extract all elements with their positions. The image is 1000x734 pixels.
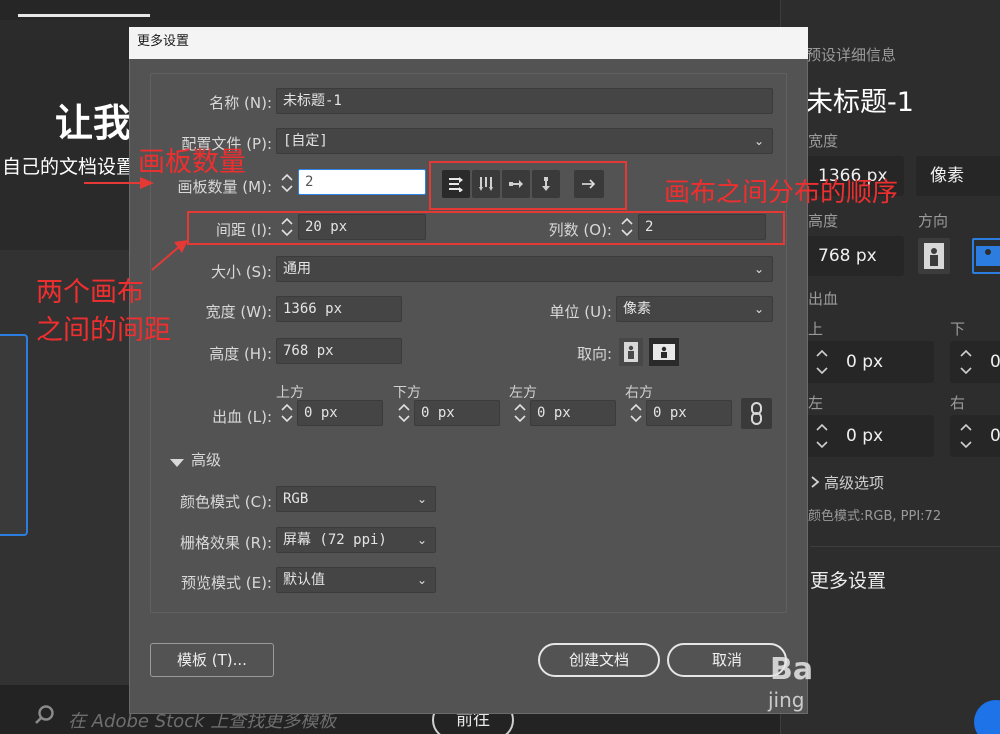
bleed-right-stepper[interactable] — [958, 419, 974, 457]
raster-effects-select[interactable]: 屏幕 (72 ppi) ⌄ — [276, 527, 436, 553]
artboards-stepper[interactable] — [276, 170, 298, 196]
bleed-label: 出血 — [808, 290, 839, 308]
orientation-label: 方向 — [918, 212, 949, 230]
width-label: 宽度 — [808, 132, 839, 150]
bleed-bottom-stepper[interactable] — [958, 345, 974, 383]
annotation-arrow — [150, 238, 190, 276]
bleed-left-label: 左方 — [509, 385, 537, 401]
bleed-top-label: 上 — [808, 320, 824, 338]
bleed-left-label: 左 — [808, 394, 824, 412]
color-mode-summary: 颜色模式:RGB, PPI:72 — [808, 509, 942, 524]
annotation-arrow — [84, 175, 154, 194]
orientation-label: 取向: — [576, 345, 612, 363]
profile-select-value: [自定] — [283, 133, 328, 149]
preview-mode-value: 默认值 — [283, 572, 325, 588]
bleed-left-stepper[interactable] — [509, 400, 531, 426]
annotation-spacing-line2: 之间的间距 — [36, 315, 171, 346]
preset-details-heading: 预设详细信息 — [806, 46, 897, 64]
height-field[interactable]: 768 px — [806, 236, 904, 276]
triangle-down-icon[interactable] — [170, 454, 184, 473]
hero-title: 让我 — [55, 101, 132, 145]
bleed-right-stepper[interactable] — [625, 400, 647, 426]
bleed-right-input[interactable]: 0 px — [646, 400, 732, 426]
bleed-right-label: 右 — [950, 394, 966, 412]
landscape-icon — [653, 344, 675, 360]
selected-preset-card[interactable] — [0, 334, 28, 536]
landscape-icon — [976, 246, 1000, 266]
units-label: 单位 (U): — [549, 303, 612, 321]
search-icon — [34, 704, 54, 724]
portrait-button[interactable] — [619, 338, 643, 366]
bleed-left-stepper[interactable] — [814, 419, 830, 457]
templates-button[interactable]: 模板 (T)... — [150, 643, 274, 677]
link-bleed-button[interactable] — [741, 398, 772, 429]
create-document-button[interactable]: 创建文档 — [538, 643, 660, 677]
chevron-down-icon: ⌄ — [753, 134, 764, 148]
bleed-right-label: 右方 — [625, 385, 653, 401]
bleed-top-label: 上方 — [276, 385, 304, 401]
bleed-bottom-input[interactable]: 0 px — [414, 400, 500, 426]
raster-effects-label: 栅格效果 (R): — [180, 534, 272, 552]
name-label: 名称 (N): — [209, 94, 272, 112]
raster-effects-value: 屏幕 (72 ppi) — [283, 532, 387, 548]
annotation-canvas-order: 画布之间分布的顺序 — [664, 178, 899, 208]
width-input[interactable]: 1366 px — [276, 296, 402, 322]
chevron-down-icon: ⌄ — [416, 573, 427, 587]
dialog-title: 更多设置 — [129, 27, 808, 59]
preview-mode-label: 预览模式 (E): — [180, 574, 272, 592]
bleed-top-input[interactable]: 0 px — [297, 400, 383, 426]
chevron-right-icon[interactable] — [810, 474, 820, 493]
bleed-top-stepper[interactable] — [276, 400, 298, 426]
bleed-bottom-label: 下方 — [393, 385, 421, 401]
bleed-bottom-label: 下 — [950, 320, 966, 338]
bleed-left-input[interactable]: 0 px — [530, 400, 616, 426]
annotation-order-box — [429, 161, 627, 210]
portrait-icon — [624, 342, 638, 362]
color-mode-value: RGB — [283, 491, 309, 507]
chain-link-icon — [751, 402, 762, 425]
bleed-bottom-stepper[interactable] — [393, 400, 415, 426]
chevron-down-icon: ⌄ — [416, 492, 427, 506]
preview-mode-select[interactable]: 默认值 ⌄ — [276, 567, 436, 593]
color-mode-label: 颜色模式 (C): — [180, 493, 272, 511]
landscape-button[interactable] — [649, 338, 679, 366]
units-select-value: 像素 — [623, 301, 651, 317]
bleed-label: 出血 (L): — [212, 408, 272, 426]
color-mode-select[interactable]: RGB ⌄ — [276, 486, 436, 512]
chevron-down-icon: ⌄ — [416, 533, 427, 547]
size-select[interactable]: 通用 ⌄ — [276, 256, 773, 282]
profile-select[interactable]: [自定] ⌄ — [276, 128, 773, 154]
height-label: 高度 — [808, 212, 839, 230]
portrait-icon — [924, 243, 944, 269]
advanced-options-toggle[interactable]: 高级选项 — [824, 472, 884, 493]
landscape-button[interactable] — [972, 238, 1000, 274]
portrait-button[interactable] — [918, 238, 950, 274]
height-input[interactable]: 768 px — [276, 338, 402, 364]
units-select[interactable]: 像素 ⌄ — [616, 296, 773, 322]
active-tab-indicator — [18, 14, 150, 17]
artboards-input[interactable]: 2 — [298, 169, 426, 195]
chevron-down-icon: ⌄ — [753, 302, 764, 316]
divider — [810, 546, 1000, 547]
watermark-text: jing — [768, 688, 805, 712]
name-input[interactable]: 未标题-1 — [276, 88, 773, 114]
advanced-toggle[interactable]: 高级 — [191, 449, 221, 470]
bleed-top-stepper[interactable] — [814, 345, 830, 383]
preset-name[interactable]: 未标题-1 — [806, 80, 914, 119]
more-settings-link[interactable]: 更多设置 — [810, 566, 886, 593]
watermark-logo: Ba — [770, 652, 814, 687]
cancel-button[interactable]: 取消 — [667, 643, 787, 677]
chevron-down-icon: ⌄ — [753, 262, 764, 276]
annotation-spacing-box — [187, 211, 785, 245]
unit-select[interactable]: 像素 — [916, 156, 1000, 196]
size-select-value: 通用 — [283, 261, 311, 277]
annotation-spacing-line1: 两个画布 — [36, 277, 144, 308]
annotation-artboard-count: 画板数量 — [138, 147, 246, 178]
artboards-label: 画板数量 (M): — [177, 178, 272, 196]
